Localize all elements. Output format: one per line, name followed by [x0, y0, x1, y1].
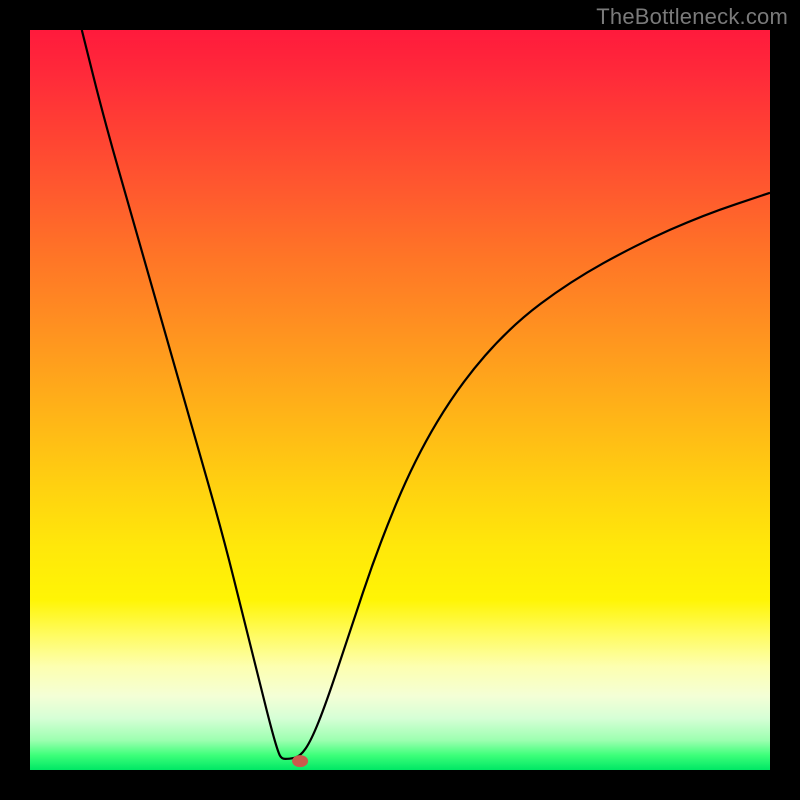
plot-area — [30, 30, 770, 770]
chart-svg — [30, 30, 770, 770]
optimal-marker — [292, 755, 308, 767]
chart-container: TheBottleneck.com — [0, 0, 800, 800]
watermark-text: TheBottleneck.com — [596, 4, 788, 30]
bottleneck-curve — [82, 30, 770, 759]
